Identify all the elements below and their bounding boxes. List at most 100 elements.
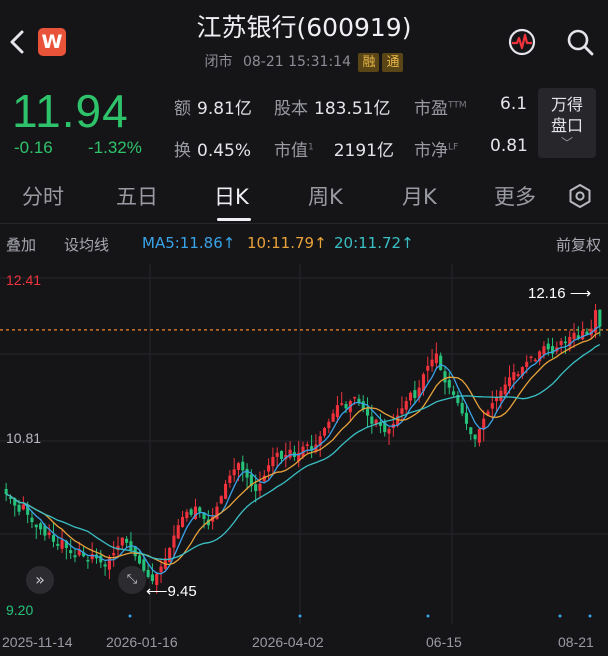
y-label-high: 12.41 <box>6 272 42 288</box>
ma-setting-button[interactable]: 设均线 <box>64 234 109 255</box>
kline-chart[interactable]: 12.41 10.81 9.20 12.16 ⟶ ⟵9.45 » ⤡ <box>0 264 608 624</box>
wande-orderbook-button[interactable]: 万得 盘口 ﹀ <box>538 88 596 158</box>
candle-body <box>387 429 391 434</box>
x-axis: 2025-11-14 2026-01-16 2026-04-02 06-15 0… <box>0 630 608 656</box>
candle-body <box>460 402 464 414</box>
candle-body <box>512 372 516 381</box>
candle-body <box>39 523 43 530</box>
candle-body <box>4 488 8 495</box>
x-label: 06-15 <box>426 634 462 650</box>
stat-turnover-amount: 额 9.81亿 <box>174 99 252 119</box>
candle-body <box>331 413 335 422</box>
candle-body <box>172 535 176 548</box>
expand-chart-button[interactable]: » <box>26 566 54 594</box>
candle-body <box>400 408 404 414</box>
candle-body <box>258 483 262 491</box>
ma10-readout: 10:11.79↑ <box>247 234 327 252</box>
candle-body <box>168 547 172 563</box>
price-change: -0.16 <box>14 138 53 157</box>
candle-body <box>56 543 60 546</box>
price-change-pct: -1.32% <box>88 138 142 157</box>
candle-body <box>452 391 456 395</box>
candle-body <box>365 408 370 416</box>
overlay-button[interactable]: 叠加 <box>6 234 36 255</box>
pulse-alert-icon[interactable] <box>506 26 538 58</box>
candle-body <box>581 330 585 340</box>
candle-body <box>559 341 563 345</box>
stat-share-capital: 股本 183.51亿 <box>274 99 391 119</box>
candle-body <box>413 390 417 398</box>
candle-body <box>344 403 348 409</box>
tab-daily-k[interactable]: 日K <box>214 181 249 211</box>
candle-body <box>34 524 38 528</box>
candle-body <box>490 403 494 409</box>
x-label: 2026-01-16 <box>106 634 178 650</box>
event-marker <box>426 614 430 618</box>
tab-intraday[interactable]: 分时 <box>22 181 64 211</box>
ma5-readout: MA5:11.86↑ <box>142 234 236 252</box>
adjust-mode-button[interactable]: 前复权 <box>556 234 601 255</box>
x-label: 2026-04-02 <box>252 634 324 650</box>
candle-body <box>533 359 537 362</box>
candle-body <box>228 475 232 483</box>
candle-body <box>464 412 469 424</box>
candle-body <box>180 516 185 528</box>
candle-body <box>21 504 25 510</box>
candle-body <box>150 574 154 582</box>
tab-monthly-k[interactable]: 月K <box>402 181 437 211</box>
candle-body <box>60 539 64 549</box>
period-tabs: 分时 五日 日K 周K 月K 更多 <box>0 168 608 224</box>
event-marker <box>128 614 132 618</box>
candle-body <box>103 564 107 567</box>
candle-body <box>198 507 202 512</box>
header: W 江苏银行(600919) 闭市 08-21 15:31:14 融通 <box>0 0 608 80</box>
ma20-readout: 20:11.72↑ <box>334 234 414 252</box>
stat-pe-ttm: 市盈TTM 6.1 <box>414 94 528 119</box>
candle-body <box>142 559 146 571</box>
candle-body <box>159 566 163 573</box>
candle-body <box>443 371 447 383</box>
candle-body <box>516 374 520 377</box>
tab-more[interactable]: 更多 <box>494 181 536 211</box>
candle-body <box>430 359 434 367</box>
candle-body <box>185 511 189 519</box>
candle-body <box>219 496 223 504</box>
candle-body <box>73 555 77 558</box>
candle-body <box>245 468 249 478</box>
candle-body <box>499 390 503 401</box>
stat-turnover-rate: 换 0.45% <box>174 141 252 161</box>
connect-tag: 通 <box>382 53 404 72</box>
candle-body <box>322 427 327 436</box>
candle-body <box>434 353 438 364</box>
candle-body <box>30 517 34 523</box>
candle-body <box>51 535 56 542</box>
candle-body <box>473 434 477 440</box>
chevron-down-icon: ﹀ <box>560 136 573 150</box>
candle-body <box>112 553 116 556</box>
tab-five-day[interactable]: 五日 <box>116 181 158 211</box>
candle-body <box>563 341 567 344</box>
market-status: 闭市 <box>204 54 233 70</box>
candle-body <box>340 403 344 405</box>
candle-body <box>279 450 284 459</box>
candle-body <box>477 429 481 443</box>
market-datetime: 08-21 15:31:14 <box>242 54 351 70</box>
tab-weekly-k[interactable]: 周K <box>308 181 343 211</box>
fullscreen-icon[interactable]: ⤡ <box>118 566 146 594</box>
low-annotation: ⟵9.45 <box>146 583 197 600</box>
candle-body <box>236 463 241 470</box>
search-icon[interactable] <box>564 26 596 58</box>
chart-toolbar: 叠加 设均线 MA5:11.86↑ 10:11.79↑ 20:11.72↑ 前复… <box>0 226 608 262</box>
candle-body <box>503 384 507 395</box>
event-marker <box>298 614 302 618</box>
candle-body <box>17 504 21 512</box>
candle-body <box>305 444 309 447</box>
candle-body <box>224 483 228 499</box>
candle-body <box>69 550 73 554</box>
candle-body <box>137 555 142 564</box>
y-label-low: 9.20 <box>6 602 34 618</box>
stat-pb-lf: 市净LF 0.81 <box>414 136 528 161</box>
candle-body <box>241 461 245 471</box>
settings-icon[interactable] <box>566 182 594 210</box>
candle-body <box>189 509 193 515</box>
